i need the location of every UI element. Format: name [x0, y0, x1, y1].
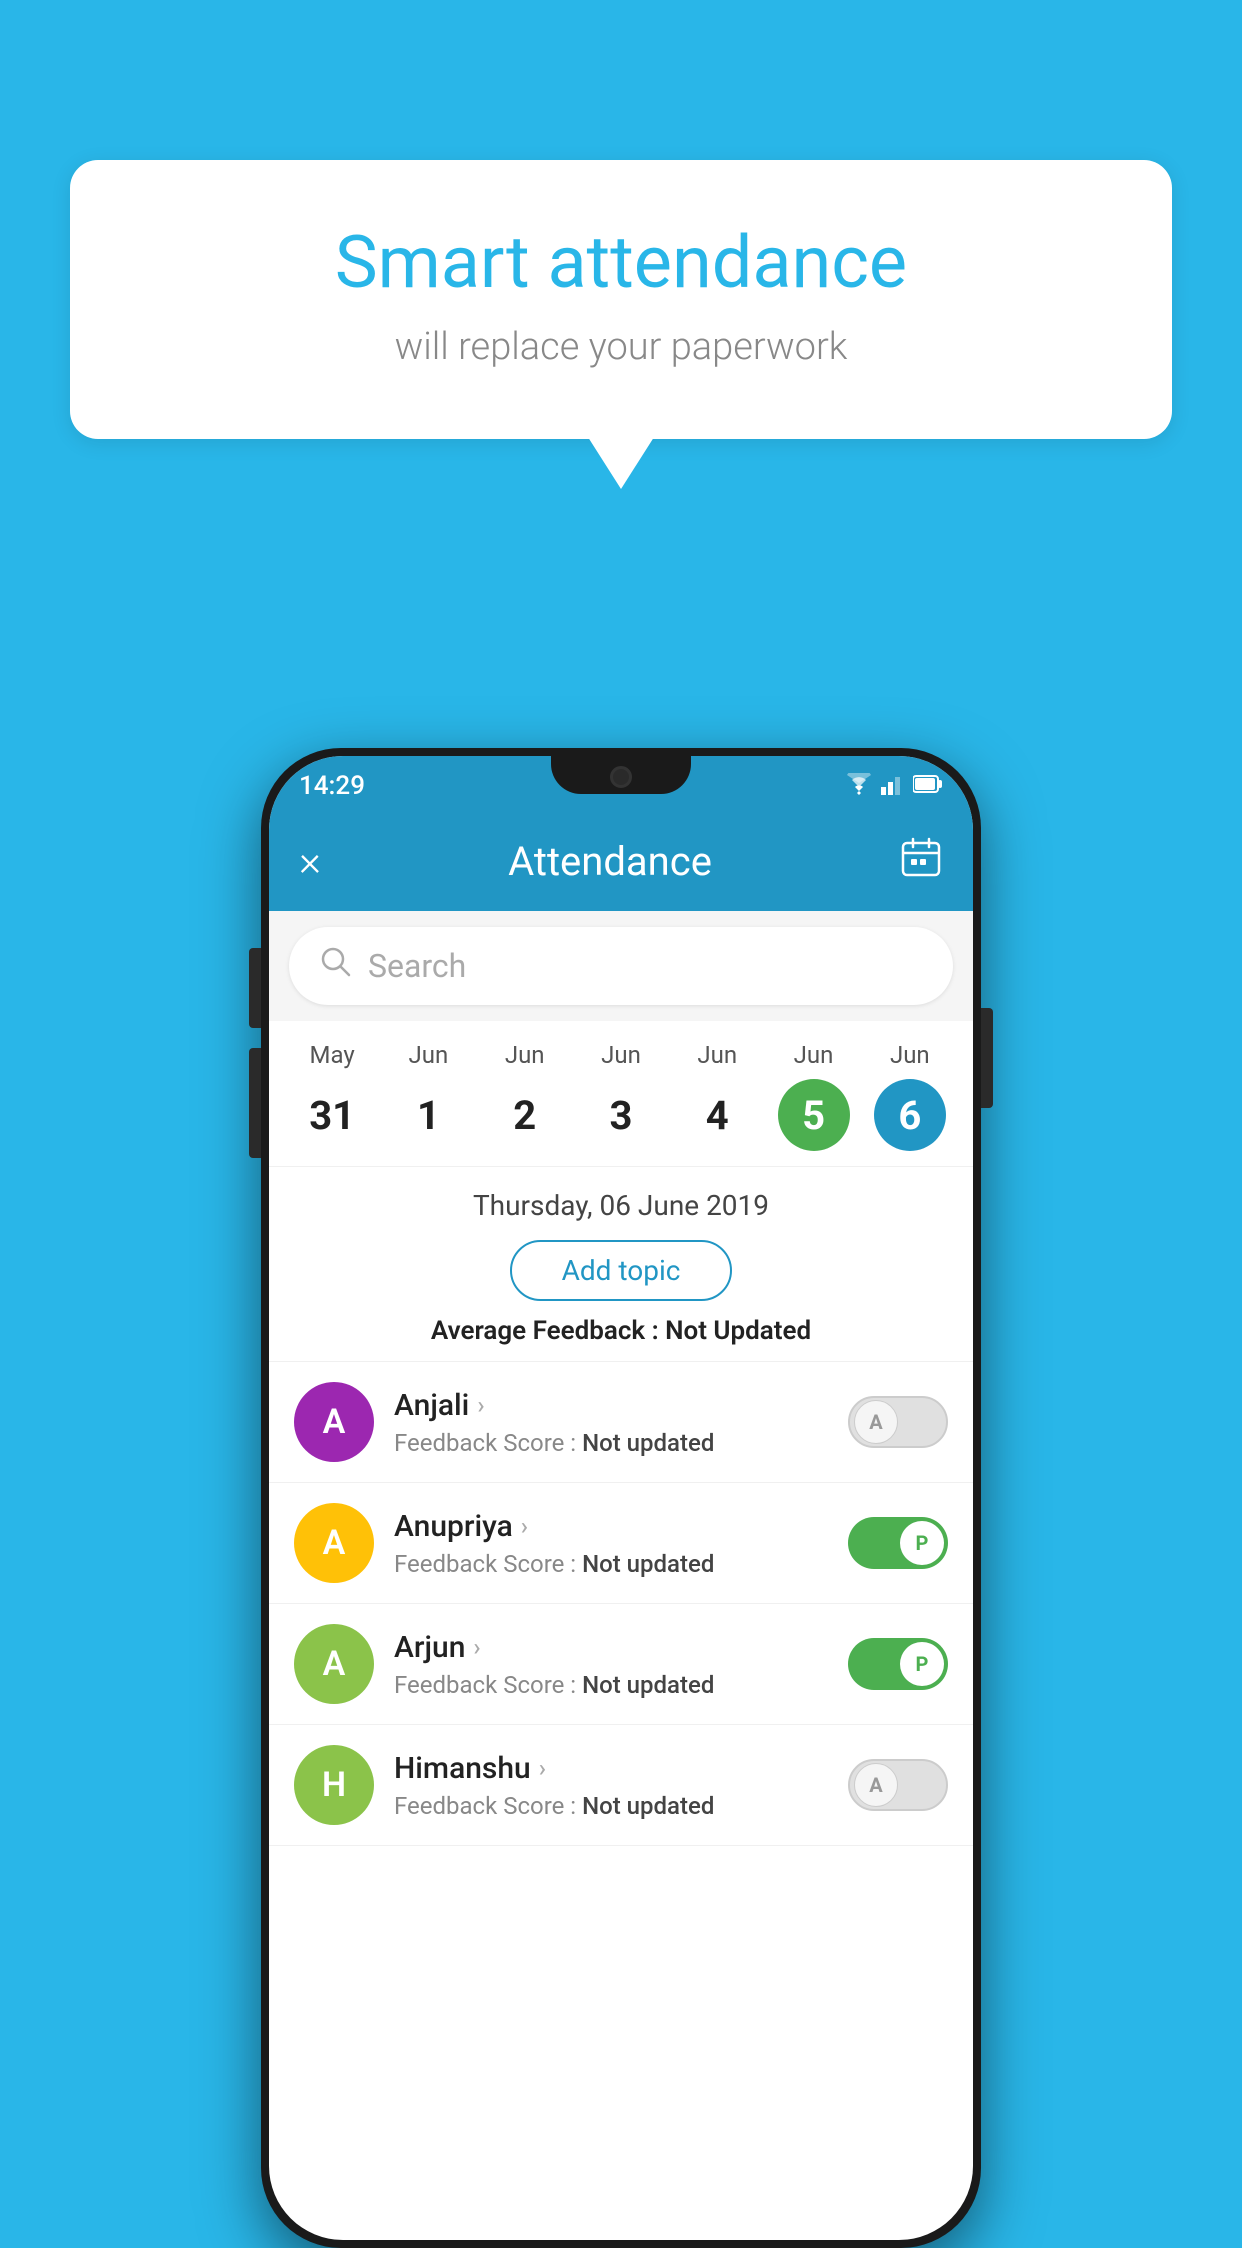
attendance-toggle[interactable]: P [848, 1638, 948, 1690]
toggle-knob: A [854, 1763, 898, 1807]
phone-frame: 14:29 [261, 748, 981, 2248]
feedback-value: Not updated [582, 1550, 714, 1578]
feedback-score: Feedback Score : Not updated [394, 1429, 828, 1457]
speech-bubble-container: Smart attendance will replace your paper… [70, 160, 1172, 439]
cal-month-label: May [310, 1041, 355, 1069]
cal-date-number: 2 [489, 1079, 561, 1151]
phone-notch [551, 756, 691, 794]
full-date: Thursday, 06 June 2019 [289, 1189, 953, 1222]
speech-bubble-subtitle: will replace your paperwork [150, 325, 1092, 369]
app-header: × Attendance [269, 811, 973, 911]
calendar-day[interactable]: Jun 5 [770, 1041, 858, 1151]
chevron-icon: › [521, 1512, 528, 1540]
student-info: Himanshu › Feedback Score : Not updated [394, 1751, 828, 1820]
camera [610, 766, 632, 788]
status-icons [845, 773, 943, 799]
student-item[interactable]: A Anjali › Feedback Score : Not updated A [269, 1362, 973, 1483]
student-name: Anupriya › [394, 1509, 828, 1544]
student-avatar: A [294, 1382, 374, 1462]
student-info: Arjun › Feedback Score : Not updated [394, 1630, 828, 1699]
header-title: Attendance [508, 838, 712, 885]
student-item[interactable]: A Anupriya › Feedback Score : Not updated P [269, 1483, 973, 1604]
student-item[interactable]: H Himanshu › Feedback Score : Not updated A [269, 1725, 973, 1846]
student-info: Anjali › Feedback Score : Not updated [394, 1388, 828, 1457]
cal-date-number: 3 [585, 1079, 657, 1151]
toggle-knob: P [900, 1521, 944, 1565]
cal-date-number: 4 [681, 1079, 753, 1151]
attendance-toggle[interactable]: A [848, 1759, 948, 1811]
cal-date-number: 6 [874, 1079, 946, 1151]
calendar-day[interactable]: Jun 1 [384, 1041, 472, 1151]
cal-date-number: 31 [296, 1079, 368, 1151]
student-list: AAnjali ›Feedback Score : Not updatedAAA… [269, 1362, 973, 1846]
student-name: Arjun › [394, 1630, 828, 1665]
cal-month-label: Jun [505, 1041, 545, 1069]
calendar-day[interactable]: Jun 6 [866, 1041, 954, 1151]
attendance-toggle[interactable]: P [848, 1517, 948, 1569]
speech-bubble-title: Smart attendance [150, 220, 1092, 305]
feedback-value: Not updated [582, 1671, 714, 1699]
signal-icon [881, 773, 905, 799]
avg-feedback: Average Feedback : Not Updated [289, 1316, 953, 1346]
calendar-day[interactable]: Jun 4 [673, 1041, 761, 1151]
calendar-strip: May 31 Jun 1 Jun 2 Jun 3 Jun 4 Jun 5 Jun 6 [269, 1021, 973, 1167]
speech-bubble: Smart attendance will replace your paper… [70, 160, 1172, 439]
close-button[interactable]: × [299, 837, 321, 886]
status-time: 14:29 [299, 771, 365, 801]
cal-date-number: 1 [392, 1079, 464, 1151]
feedback-score: Feedback Score : Not updated [394, 1671, 828, 1699]
cal-month-label: Jun [794, 1041, 834, 1069]
search-placeholder: Search [368, 947, 466, 985]
avg-feedback-value: Not Updated [665, 1316, 811, 1346]
phone-screen: 14:29 [269, 756, 973, 2240]
feedback-score: Feedback Score : Not updated [394, 1550, 828, 1578]
power-button[interactable] [981, 1008, 993, 1108]
volume-up-button[interactable] [249, 948, 261, 1028]
search-container: Search [269, 911, 973, 1021]
avg-feedback-label: Average Feedback : [431, 1316, 665, 1346]
calendar-day[interactable]: Jun 2 [481, 1041, 569, 1151]
battery-icon [913, 774, 943, 798]
attendance-toggle[interactable]: A [848, 1396, 948, 1448]
add-topic-button[interactable]: Add topic [510, 1240, 733, 1301]
chevron-icon: › [539, 1754, 546, 1782]
student-name: Anjali › [394, 1388, 828, 1423]
student-avatar: H [294, 1745, 374, 1825]
chevron-icon: › [473, 1633, 480, 1661]
student-avatar: A [294, 1503, 374, 1583]
date-info: Thursday, 06 June 2019 Add topic Average… [269, 1167, 973, 1362]
cal-month-label: Jun [890, 1041, 930, 1069]
calendar-day[interactable]: May 31 [288, 1041, 376, 1151]
toggle-knob: P [900, 1642, 944, 1686]
feedback-score: Feedback Score : Not updated [394, 1792, 828, 1820]
student-avatar: A [294, 1624, 374, 1704]
search-bar[interactable]: Search [289, 927, 953, 1005]
calendar-day[interactable]: Jun 3 [577, 1041, 665, 1151]
feedback-value: Not updated [582, 1429, 714, 1457]
toggle-knob: A [854, 1400, 898, 1444]
cal-month-label: Jun [409, 1041, 449, 1069]
chevron-icon: › [477, 1391, 484, 1419]
feedback-value: Not updated [582, 1792, 714, 1820]
search-icon [319, 945, 353, 987]
student-item[interactable]: A Arjun › Feedback Score : Not updated P [269, 1604, 973, 1725]
volume-down-button[interactable] [249, 1048, 261, 1158]
cal-month-label: Jun [601, 1041, 641, 1069]
student-name: Himanshu › [394, 1751, 828, 1786]
student-info: Anupriya › Feedback Score : Not updated [394, 1509, 828, 1578]
cal-date-number: 5 [778, 1079, 850, 1151]
wifi-icon [845, 773, 873, 799]
calendar-icon[interactable] [899, 835, 943, 888]
cal-month-label: Jun [697, 1041, 737, 1069]
